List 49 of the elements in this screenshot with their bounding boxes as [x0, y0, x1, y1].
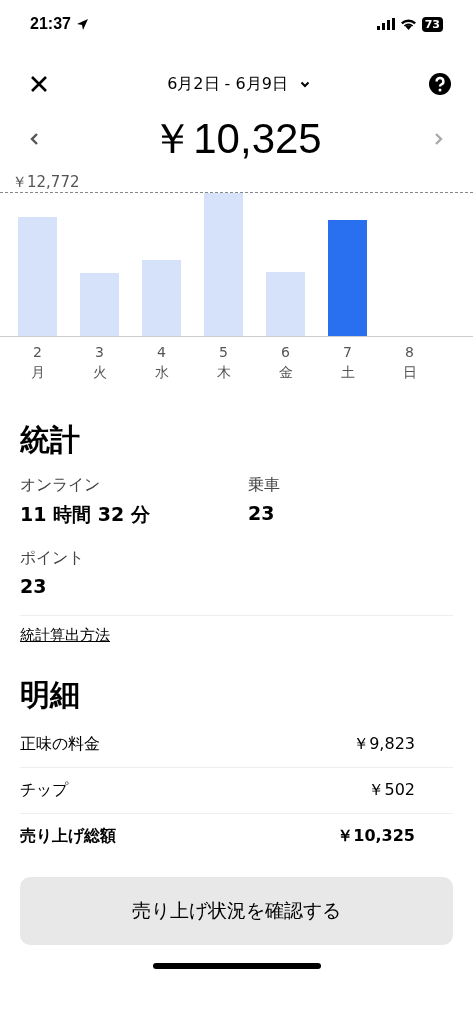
bar[interactable]	[204, 193, 243, 336]
stats-method-link[interactable]: 統計算出方法	[20, 626, 110, 644]
bar[interactable]	[142, 260, 181, 336]
weekday-label: 金	[278, 363, 293, 382]
total-amount: ￥10,325	[151, 114, 322, 164]
close-icon[interactable]	[30, 75, 48, 93]
stat-label: 乗車	[248, 475, 281, 496]
day-label: 2	[33, 343, 42, 362]
breakdown-amount: ￥9,823	[353, 734, 415, 755]
day-label: 7	[343, 343, 352, 362]
bar[interactable]	[80, 273, 119, 336]
view-earnings-button[interactable]: 売り上げ状況を確認する	[20, 877, 453, 945]
clock-time: 21:37	[30, 15, 71, 33]
bar[interactable]	[18, 217, 57, 336]
breakdown-label: チップ	[20, 780, 68, 801]
location-arrow-icon	[75, 17, 89, 31]
bar[interactable]	[328, 220, 367, 336]
weekday-label: 月	[30, 363, 45, 382]
weekday-label: 火	[92, 363, 107, 382]
weekday-label: 土	[340, 363, 355, 382]
wifi-icon	[399, 18, 417, 30]
day-label: 4	[157, 343, 166, 362]
stat-value: 23	[248, 502, 276, 524]
battery-level: 73	[421, 16, 443, 32]
day-label: 6	[281, 343, 290, 362]
help-icon[interactable]	[429, 73, 451, 95]
stat-label: オンライン	[20, 475, 101, 496]
breakdown-label: 売り上げ総額	[20, 826, 116, 847]
section-title: 統計	[20, 421, 81, 459]
chevron-left-icon[interactable]	[30, 132, 39, 146]
date-range-selector[interactable]: 6月2日 - 6月9日	[167, 73, 310, 95]
chevron-right-icon[interactable]	[434, 132, 443, 146]
breakdown-label: 正味の料金	[20, 734, 100, 755]
reference-value: ￥12,772	[11, 173, 81, 192]
weekday-label: 日	[402, 363, 417, 382]
stat-label: ポイント	[20, 548, 85, 569]
day-label: 8	[405, 343, 414, 362]
chevron-down-icon	[299, 80, 310, 88]
day-label: 3	[95, 343, 104, 362]
signal-icon	[376, 18, 395, 30]
breakdown-amount: ￥502	[368, 780, 415, 801]
stat-value: 23	[20, 575, 48, 597]
day-label: 5	[219, 343, 228, 362]
section-title: 明細	[20, 676, 81, 714]
weekday-label: 木	[216, 363, 231, 382]
weekday-label: 水	[154, 363, 169, 382]
bar[interactable]	[266, 271, 305, 336]
breakdown-amount: ￥10,325	[337, 826, 415, 847]
stat-value: 11 時間 32 分	[20, 502, 151, 527]
